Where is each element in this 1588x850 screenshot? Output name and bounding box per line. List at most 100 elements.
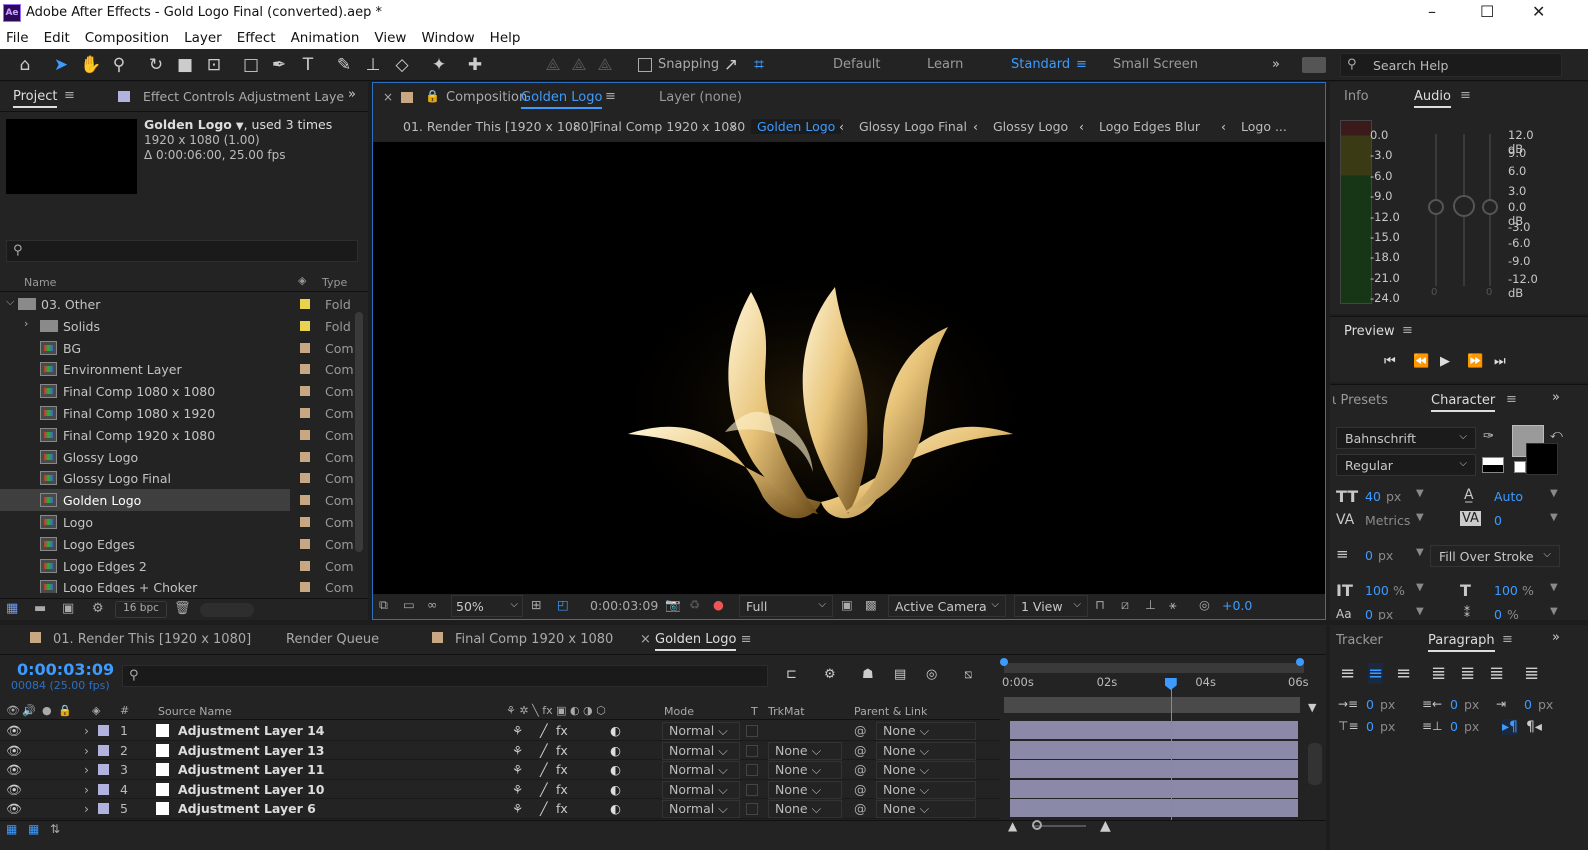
- audio-slider-left[interactable]: [1428, 199, 1444, 215]
- comp-button-icon[interactable]: ▼: [1308, 701, 1320, 714]
- project-item[interactable]: Final Comp 1920 x 1080 Com: [0, 424, 366, 446]
- tab-character[interactable]: Character: [1431, 393, 1496, 412]
- column-type[interactable]: Type: [322, 276, 347, 289]
- chevron-down-icon[interactable]: ▼: [1416, 606, 1424, 617]
- project-scrollbar[interactable]: [355, 312, 363, 552]
- project-item[interactable]: › Solids Fold: [0, 315, 366, 337]
- snap-target-icon[interactable]: ⌗: [748, 54, 770, 76]
- close-tab-icon[interactable]: ×: [383, 90, 393, 104]
- fast-preview-icon[interactable]: ▣: [841, 597, 853, 612]
- align-left-icon[interactable]: ≡: [1340, 663, 1355, 684]
- blend-mode-dropdown[interactable]: Normal ⌵: [662, 780, 740, 799]
- menu-file[interactable]: File: [6, 30, 29, 46]
- interpret-footage-icon[interactable]: ▦: [6, 601, 18, 616]
- label-color-swatch[interactable]: [300, 582, 310, 593]
- tab-effect-controls[interactable]: Effect Controls Adjustment Laye: [143, 89, 344, 104]
- tracking-value[interactable]: 0: [1494, 513, 1502, 528]
- layer-name[interactable]: Adjustment Layer 13: [178, 743, 325, 758]
- timeline-layer-row[interactable]: 👁 › 4 ⚘ ╱ fx ◐ @ Adjustment Layer 10 Normal ⌵ None…: [0, 779, 1000, 800]
- reset-exposure-icon[interactable]: ◎: [1199, 597, 1210, 612]
- chevron-down-icon[interactable]: ▼: [1550, 606, 1558, 617]
- label-color-swatch[interactable]: [300, 364, 310, 375]
- effect-switch-icon[interactable]: fx: [556, 762, 568, 777]
- timeline-menu-icon[interactable]: ≡: [736, 632, 752, 647]
- project-item[interactable]: Logo Edges + Choker Com: [0, 576, 366, 593]
- channel-icon[interactable]: ●: [713, 597, 724, 612]
- label-color-swatch[interactable]: [300, 473, 310, 484]
- eye-icon[interactable]: 👁: [6, 782, 22, 798]
- adjustment-layer-switch-icon[interactable]: ◐: [610, 723, 621, 738]
- column-mode[interactable]: Mode: [664, 705, 694, 718]
- parent-dropdown[interactable]: None ⌵: [876, 800, 976, 819]
- current-time-display[interactable]: 0:00:03:09: [17, 660, 114, 679]
- mask-visibility-icon[interactable]: ∞: [427, 597, 437, 612]
- layer-label-swatch[interactable]: [98, 803, 109, 815]
- layer-name[interactable]: Adjustment Layer 10: [178, 782, 325, 797]
- exposure-value[interactable]: +0.0: [1222, 598, 1252, 613]
- chevron-down-icon[interactable]: ▼: [1416, 488, 1424, 499]
- set-black-white-icon[interactable]: [1482, 457, 1504, 473]
- puppet-tool-icon[interactable]: ✚: [464, 54, 486, 76]
- justify-all-icon[interactable]: ≣: [1524, 663, 1539, 684]
- align-right-icon[interactable]: ≡: [1396, 663, 1411, 684]
- home-icon[interactable]: ⌂: [14, 54, 36, 76]
- next-frame-icon[interactable]: ⏩: [1467, 354, 1483, 369]
- roto-brush-tool-icon[interactable]: ✦: [428, 54, 450, 76]
- menu-help[interactable]: Help: [490, 30, 521, 46]
- project-item[interactable]: Environment Layer Com: [0, 358, 366, 380]
- region-of-interest-icon[interactable]: ◰: [557, 597, 569, 612]
- label-color-swatch[interactable]: [300, 538, 310, 549]
- eye-icon[interactable]: 👁: [6, 801, 22, 817]
- track-matte-dropdown[interactable]: None ⌵: [768, 761, 842, 780]
- project-item[interactable]: BG Com: [0, 337, 366, 359]
- camera-tool-icon[interactable]: ■: [174, 54, 196, 76]
- workspace-small-screen[interactable]: Small Screen: [1113, 57, 1198, 72]
- timeline-tab[interactable]: 01. Render This [1920 x 1080]: [30, 632, 251, 647]
- adjustment-layer-switch-icon[interactable]: ◐: [610, 782, 621, 797]
- display-icon[interactable]: ▭: [403, 597, 415, 612]
- menu-composition[interactable]: Composition: [85, 30, 169, 46]
- layer-duration-bar[interactable]: [1010, 799, 1298, 818]
- chevron-down-icon[interactable]: ▼: [1416, 512, 1424, 523]
- quality-switch-icon[interactable]: ╱: [540, 782, 548, 797]
- blend-mode-dropdown[interactable]: Normal ⌵: [662, 741, 740, 760]
- pickwhip-icon[interactable]: @: [854, 782, 867, 797]
- show-snapshot-icon[interactable]: ♻: [689, 597, 700, 612]
- minimize-button[interactable]: –: [1428, 2, 1436, 21]
- label-color-swatch[interactable]: [300, 299, 310, 309]
- brush-tool-icon[interactable]: ✎: [333, 54, 355, 76]
- title-action-safe-icon[interactable]: ⊞: [531, 597, 541, 612]
- fast-draft-icon[interactable]: ⧄: [1121, 597, 1129, 613]
- breadcrumb-item[interactable]: Glossy Logo Final: [859, 119, 967, 134]
- panel-overflow-icon[interactable]: »: [1552, 630, 1560, 645]
- zoom-out-icon[interactable]: ▲: [1008, 819, 1017, 833]
- rotate-tool-icon[interactable]: ↻: [145, 54, 167, 76]
- breadcrumb-item[interactable]: Logo Edges Blur: [1099, 119, 1200, 134]
- tab-effects-presets[interactable]: ι Presets: [1332, 393, 1388, 408]
- new-comp-icon[interactable]: ▣: [62, 601, 74, 616]
- label-color-swatch[interactable]: [300, 408, 310, 418]
- justify-left-icon[interactable]: ≣: [1431, 663, 1446, 684]
- project-item[interactable]: Final Comp 1080 x 1920 Com: [0, 402, 366, 424]
- layer-duration-bar[interactable]: [1010, 760, 1298, 779]
- resolution-dropdown[interactable]: Full ⌵: [739, 595, 833, 617]
- quality-switch-icon[interactable]: ╱: [540, 801, 548, 816]
- motion-blur-icon[interactable]: ◎: [926, 667, 937, 682]
- rectangle-tool-icon[interactable]: □: [240, 54, 262, 76]
- tab-info[interactable]: Info: [1344, 89, 1369, 104]
- audio-slider-master[interactable]: [1453, 195, 1475, 217]
- shy-switch-icon[interactable]: ⚘: [512, 801, 523, 816]
- project-item[interactable]: Glossy Logo Com: [0, 446, 366, 468]
- project-item[interactable]: Logo Com: [0, 511, 366, 533]
- new-folder-icon[interactable]: ▬: [34, 601, 46, 616]
- menu-view[interactable]: View: [374, 30, 406, 46]
- zoom-in-icon[interactable]: ▲: [1100, 818, 1111, 834]
- project-item[interactable]: Logo Edges 2 Com: [0, 555, 366, 577]
- layer-name[interactable]: Adjustment Layer 14: [178, 723, 325, 738]
- justify-center-icon[interactable]: ≣: [1460, 663, 1475, 684]
- chevron-right-icon[interactable]: ›: [84, 743, 89, 758]
- workspace-menu-icon[interactable]: ≡: [1076, 57, 1087, 72]
- selection-tool-icon[interactable]: ➤: [50, 54, 72, 76]
- blend-mode-dropdown[interactable]: Normal ⌵: [662, 722, 740, 740]
- timeline-icon[interactable]: ⊥: [1145, 597, 1156, 612]
